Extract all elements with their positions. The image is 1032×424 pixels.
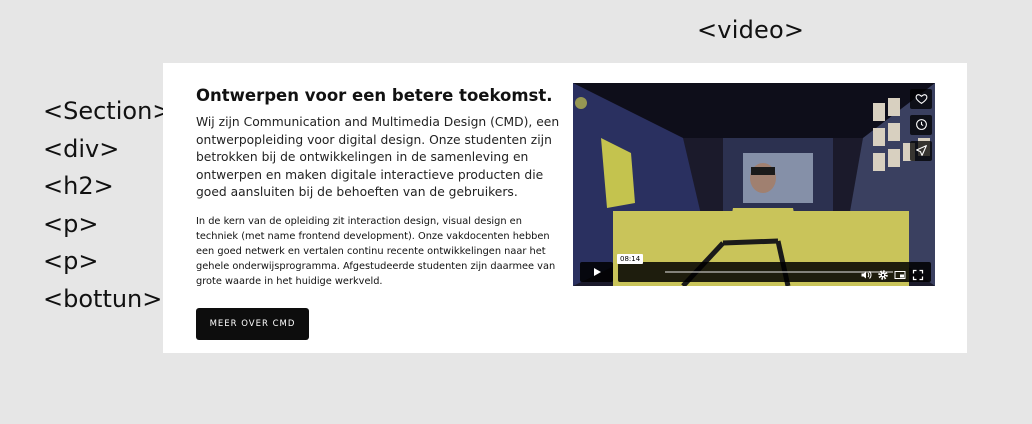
- section-tag-annotation: <Section>: [43, 97, 173, 125]
- volume-icon: [860, 266, 872, 285]
- h2-tag-annotation: <h2>: [43, 172, 114, 200]
- share-button[interactable]: [910, 141, 932, 161]
- fullscreen-button[interactable]: [912, 266, 924, 281]
- heart-icon: [915, 90, 928, 109]
- video-side-actions: [910, 89, 932, 167]
- volume-button[interactable]: [860, 266, 872, 279]
- progress-track[interactable]: [665, 271, 893, 273]
- more-about-cmd-button[interactable]: MEER OVER CMD: [196, 308, 309, 340]
- settings-button[interactable]: [877, 266, 889, 280]
- video-tag-annotation: <video>: [697, 16, 805, 44]
- video-controls: 08:14: [578, 254, 931, 282]
- p-tag-annotation-2: <p>: [43, 247, 99, 275]
- pip-button[interactable]: [894, 266, 906, 279]
- like-button[interactable]: [910, 89, 932, 109]
- send-icon: [915, 142, 928, 161]
- text-column: Ontwerpen voor een betere toekomst. Wij …: [196, 85, 566, 289]
- video-player[interactable]: 08:14: [573, 83, 935, 286]
- intro-paragraph: Wij zijn Communication and Multimedia De…: [196, 115, 560, 199]
- settings-icon: [877, 266, 889, 285]
- clock-icon: [915, 116, 928, 135]
- pip-icon: [894, 266, 906, 285]
- time-tooltip: 08:14: [617, 254, 644, 264]
- section-heading: Ontwerpen voor een betere toekomst.: [196, 86, 553, 105]
- button-tag-annotation: <bottun>: [43, 284, 163, 313]
- play-button[interactable]: [580, 262, 613, 282]
- control-bar: [618, 262, 931, 282]
- content-section: Ontwerpen voor een betere toekomst. Wij …: [163, 63, 967, 353]
- p-tag-annotation: <p>: [43, 209, 99, 238]
- div-tag-annotation: <div>: [43, 134, 120, 163]
- play-icon: [591, 263, 603, 282]
- fullscreen-icon: [912, 266, 924, 285]
- tag-annotation-list: <Section> <div> <h2> <p> <p> <bottun>: [43, 93, 172, 318]
- watch-later-button[interactable]: [910, 115, 932, 135]
- detail-paragraph: In de kern van de opleiding zit interact…: [196, 215, 556, 287]
